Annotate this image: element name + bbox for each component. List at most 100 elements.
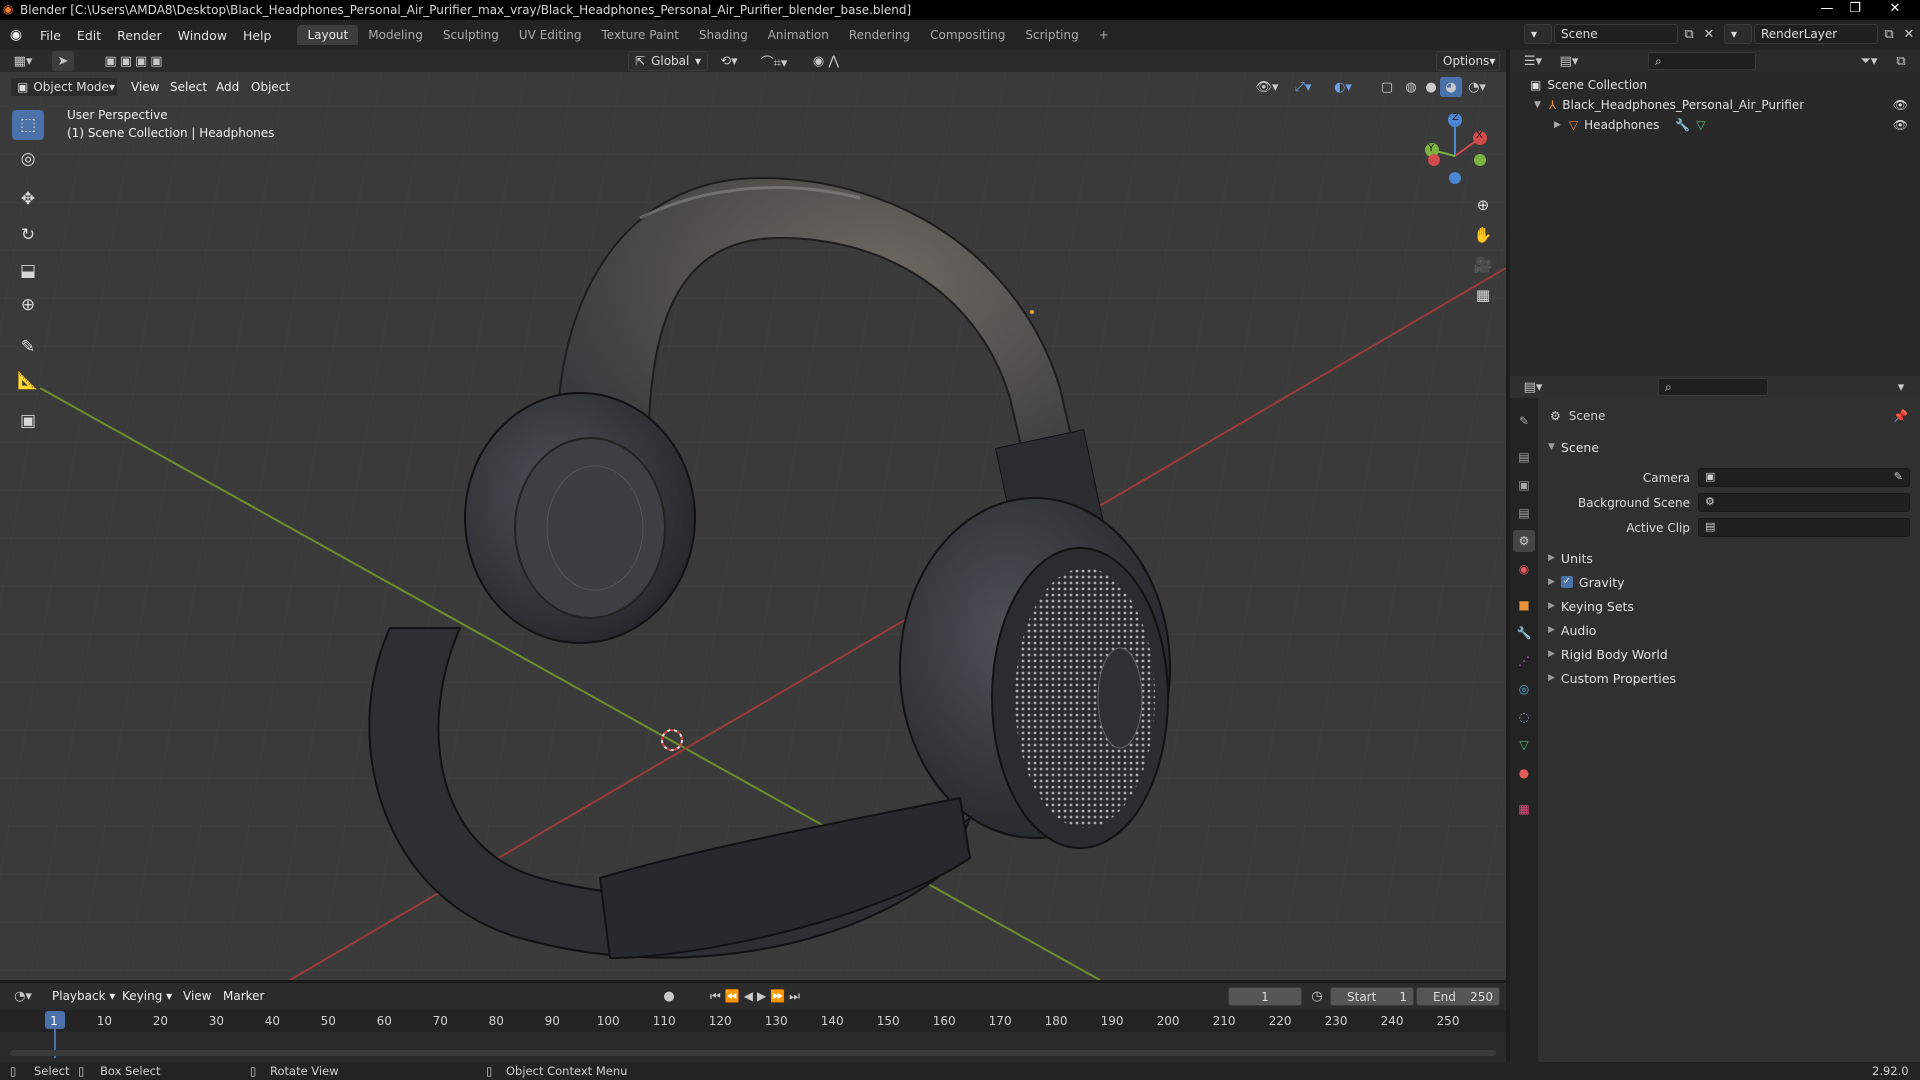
background-scene-field[interactable]: ⚙: [1698, 493, 1910, 512]
start-frame-field[interactable]: Start 1: [1330, 987, 1414, 1006]
annotate-tool[interactable]: ✎: [12, 332, 44, 362]
menu-timeline-view[interactable]: View: [183, 989, 211, 1003]
timeline-editor-type-icon[interactable]: ◔▾: [8, 986, 38, 1006]
outliner-editor-type-icon[interactable]: ☰▾: [1518, 51, 1548, 71]
scene-copy-icon[interactable]: ⧉: [1678, 24, 1700, 44]
particles-tab-icon[interactable]: ⋰: [1513, 650, 1535, 672]
gizmo-z-label[interactable]: Z: [1452, 112, 1459, 123]
ortho-grid-icon[interactable]: ▦: [1470, 282, 1496, 308]
gizmo-toggle-icon[interactable]: ⤢▾: [1286, 77, 1320, 97]
select-box-tool[interactable]: ⬚: [12, 110, 44, 140]
measure-tool[interactable]: 📐: [12, 366, 44, 396]
pan-hand-icon[interactable]: ✋: [1470, 222, 1496, 248]
outliner-row-headphones[interactable]: ▶ ▽ Headphones 🔧 ▽ 👁: [1510, 115, 1920, 135]
pin-icon[interactable]: 📌: [1893, 409, 1908, 423]
clock-icon[interactable]: ◷: [1306, 986, 1328, 1006]
menu-render[interactable]: Render: [109, 28, 170, 43]
eye-visibility-icon[interactable]: 👁: [1893, 118, 1908, 132]
keying-sets-panel[interactable]: ▶ Keying Sets: [1544, 595, 1914, 617]
menu-view[interactable]: View: [131, 80, 159, 94]
pivot-point-icon[interactable]: ⟲▾: [714, 51, 744, 71]
tab-modeling[interactable]: Modeling: [358, 25, 433, 45]
menu-playback[interactable]: Playback ▾: [52, 989, 115, 1003]
custom-properties-panel[interactable]: ▶ Custom Properties: [1544, 667, 1914, 689]
tool-tab-icon[interactable]: ✎: [1513, 410, 1535, 432]
active-clip-field[interactable]: ▤: [1698, 518, 1910, 537]
visibility-icon[interactable]: 👁▾: [1252, 77, 1282, 97]
overlays-icon[interactable]: ◐▾: [1326, 77, 1360, 97]
current-frame-field[interactable]: 1: [1228, 987, 1302, 1006]
filter-icon[interactable]: ⏷▾: [1854, 51, 1884, 71]
transform-orientation-dropdown[interactable]: ⇱ Global ▾: [628, 51, 708, 71]
view-layer-tab-icon[interactable]: ▤: [1513, 502, 1535, 524]
properties-options-icon[interactable]: ▾: [1890, 377, 1912, 397]
timeline-scrollbar[interactable]: [10, 1050, 1496, 1056]
scene-browse-icon[interactable]: ▾: [1524, 24, 1552, 44]
blender-menu-icon[interactable]: ◉: [0, 27, 32, 43]
editor-type-icon[interactable]: ▦▾: [8, 51, 38, 71]
scene-tab-icon[interactable]: ⚙: [1513, 530, 1535, 552]
cursor-tool[interactable]: ◎: [12, 144, 44, 174]
render-tab-icon[interactable]: ▤: [1513, 446, 1535, 468]
tab-layout[interactable]: Layout: [297, 25, 359, 45]
options-dropdown[interactable]: Options ▾: [1436, 51, 1500, 71]
tab-sculpting[interactable]: Sculpting: [433, 25, 509, 45]
modifier-tab-icon[interactable]: 🔧: [1513, 622, 1535, 644]
rigid-body-world-panel[interactable]: ▶ Rigid Body World: [1544, 643, 1914, 665]
menu-keying[interactable]: Keying ▾: [122, 989, 172, 1003]
outliner-row-collection[interactable]: ▼ ⅄ Black_Headphones_Personal_Air_Purifi…: [1510, 95, 1920, 115]
outliner-row-scene-collection[interactable]: ▣ Scene Collection: [1510, 75, 1920, 95]
data-tab-icon[interactable]: ▽: [1513, 734, 1535, 756]
xray-icon[interactable]: ▢: [1376, 77, 1398, 97]
tab-shading[interactable]: Shading: [689, 25, 758, 45]
zoom-icon[interactable]: ⊕: [1470, 192, 1496, 218]
scene-panel-header[interactable]: ▼ Scene: [1544, 436, 1914, 458]
material-shading-icon[interactable]: ◕: [1440, 77, 1462, 97]
eye-visibility-icon[interactable]: 👁: [1893, 98, 1908, 112]
camera-view-icon[interactable]: 🎥: [1470, 252, 1496, 278]
menu-window[interactable]: Window: [170, 28, 235, 43]
new-collection-icon[interactable]: ⧉: [1890, 51, 1912, 71]
wireframe-shading-icon[interactable]: ◍: [1400, 77, 1422, 97]
mesh-data-icon[interactable]: ▽: [1696, 118, 1705, 132]
menu-object[interactable]: Object: [251, 80, 290, 94]
minimize-button[interactable]: —: [1812, 0, 1842, 18]
viewlayer-copy-icon[interactable]: ⧉: [1878, 24, 1900, 44]
texture-tab-icon[interactable]: ▦: [1513, 798, 1535, 820]
scene-delete-icon[interactable]: ✕: [1698, 24, 1720, 44]
tab-texture-paint[interactable]: Texture Paint: [592, 25, 689, 45]
physics-tab-icon[interactable]: ◎: [1513, 678, 1535, 700]
eyedropper-icon[interactable]: ✎: [1894, 470, 1903, 483]
menu-help[interactable]: Help: [235, 28, 280, 43]
viewlayer-browse-icon[interactable]: ▾: [1724, 24, 1752, 44]
gravity-panel[interactable]: ▶ ✓ Gravity: [1544, 571, 1914, 593]
add-cube-tool[interactable]: ▣: [12, 406, 44, 436]
viewlayer-delete-icon[interactable]: ✕: [1898, 24, 1920, 44]
tab-animation[interactable]: Animation: [758, 25, 839, 45]
menu-file[interactable]: File: [32, 28, 69, 43]
maximize-button[interactable]: ❐: [1840, 0, 1870, 18]
menu-edit[interactable]: Edit: [69, 28, 109, 43]
menu-marker[interactable]: Marker: [223, 989, 264, 1003]
gravity-checkbox[interactable]: ✓: [1560, 576, 1573, 588]
proportional-editing-icon[interactable]: ◉ ⋀: [806, 51, 846, 71]
outliner-search-input[interactable]: ⌕: [1648, 52, 1756, 70]
display-mode-icon[interactable]: ▤▾: [1554, 51, 1584, 71]
tab-uv-editing[interactable]: UV Editing: [509, 25, 592, 45]
audio-panel[interactable]: ▶ Audio: [1544, 619, 1914, 641]
tab-rendering[interactable]: Rendering: [839, 25, 920, 45]
constraints-tab-icon[interactable]: ◌: [1513, 706, 1535, 728]
gizmo-y-label[interactable]: Y: [1428, 143, 1434, 154]
solid-shading-icon[interactable]: ●: [1420, 77, 1442, 97]
modifier-wrench-icon[interactable]: 🔧: [1675, 118, 1690, 132]
camera-field[interactable]: ▣ ✎: [1698, 468, 1910, 487]
mode-dropdown[interactable]: ▣ Object Mode ▾: [10, 77, 118, 97]
gizmo-x-label[interactable]: X: [1476, 130, 1483, 141]
rotate-tool[interactable]: ↻: [12, 220, 44, 250]
viewlayer-name-field[interactable]: RenderLayer: [1754, 24, 1878, 44]
material-tab-icon[interactable]: ●: [1513, 762, 1535, 784]
properties-editor-type-icon[interactable]: ▤▾: [1518, 377, 1548, 397]
tab-compositing[interactable]: Compositing: [920, 25, 1015, 45]
move-tool[interactable]: ✥: [12, 184, 44, 214]
menu-select[interactable]: Select: [170, 80, 207, 94]
